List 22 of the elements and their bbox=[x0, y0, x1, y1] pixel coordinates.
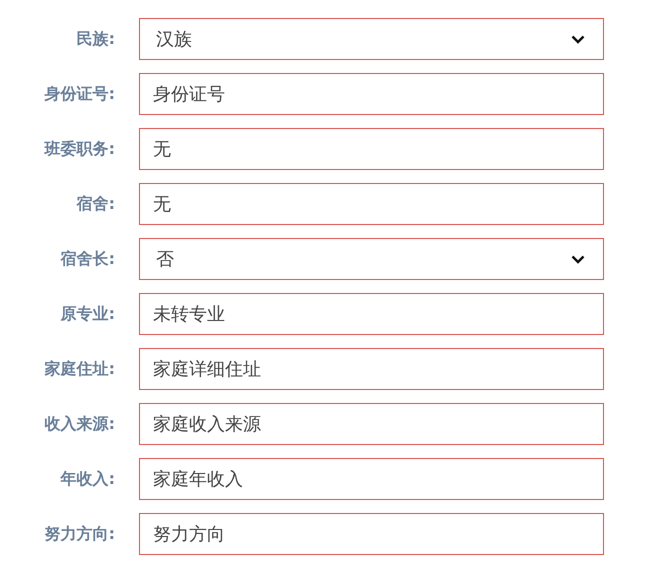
field-label: 家庭住址: bbox=[44, 358, 115, 380]
field-label: 努力方向: bbox=[44, 524, 115, 544]
input-field[interactable]: 家庭详细住址 bbox=[139, 348, 604, 390]
chevron-down-icon bbox=[571, 34, 585, 44]
chevron-down-icon bbox=[571, 254, 585, 264]
select-field[interactable]: 汉族 bbox=[139, 18, 604, 60]
input-field[interactable]: 家庭收入来源 bbox=[139, 403, 604, 445]
field-label: 民族: bbox=[76, 28, 115, 50]
field-label: 宿舍长: bbox=[59, 248, 115, 270]
field-label: 原专业: bbox=[59, 304, 115, 324]
input-field[interactable]: 无 bbox=[139, 183, 604, 225]
select-field[interactable]: 否 bbox=[139, 238, 604, 280]
field-label: 年收入: bbox=[59, 468, 115, 490]
field-label: 收入来源: bbox=[44, 414, 115, 434]
input-field[interactable]: 无 bbox=[139, 128, 604, 170]
input-field[interactable]: 家庭年收入 bbox=[139, 458, 604, 500]
field-label: 宿舍: bbox=[75, 194, 115, 214]
field-label: 身份证号: bbox=[44, 84, 115, 104]
input-field[interactable]: 未转专业 bbox=[139, 293, 604, 335]
field-label: 班委职务: bbox=[43, 138, 115, 160]
input-field[interactable]: 努力方向 bbox=[139, 513, 604, 555]
input-field[interactable]: 身份证号 bbox=[139, 73, 604, 115]
